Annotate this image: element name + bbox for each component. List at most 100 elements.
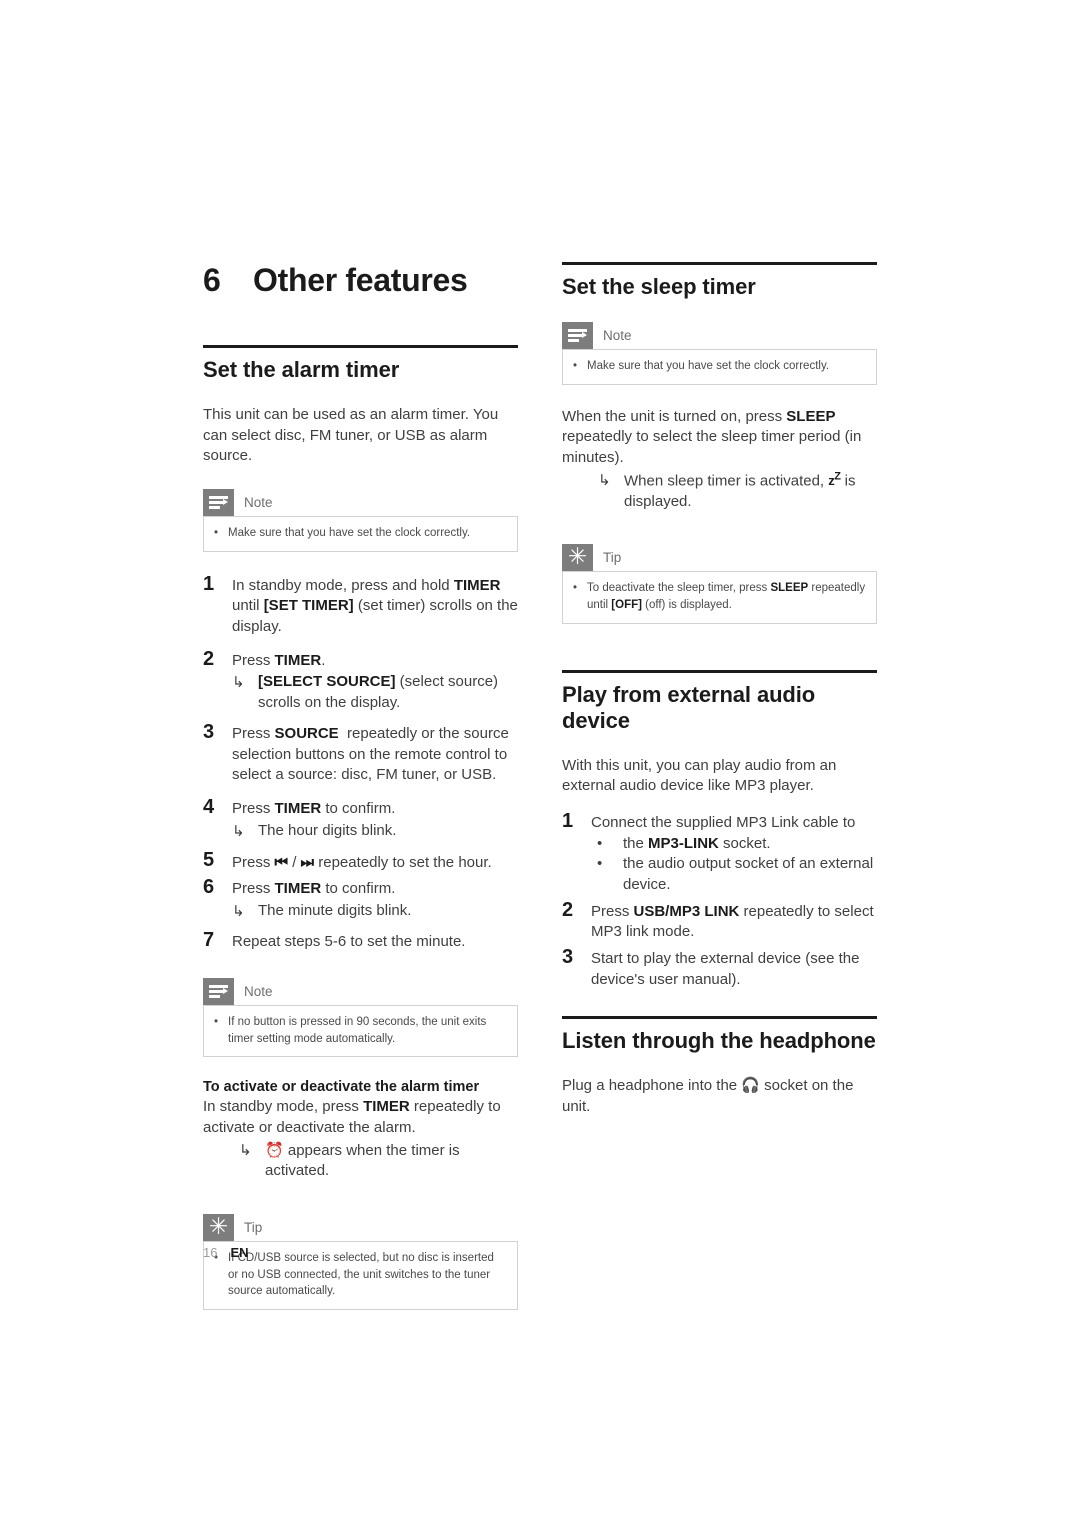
step-number: 4 bbox=[203, 795, 215, 818]
alarm-bell-icon: ⏰ bbox=[265, 1140, 284, 1159]
bullet-dot: • bbox=[573, 582, 578, 595]
tip-list-item: • To deactivate the sleep timer, press S… bbox=[573, 580, 866, 613]
step-number: 6 bbox=[203, 875, 215, 898]
bullet-dot: • bbox=[214, 527, 219, 540]
note-callout-timeout: Note • If no button is pressed in 90 sec… bbox=[203, 978, 518, 1058]
note-icon bbox=[562, 321, 593, 349]
tip-label: Tip bbox=[244, 1220, 263, 1236]
heading-set-alarm-timer: Set the alarm timer bbox=[203, 357, 400, 382]
note-icon bbox=[203, 489, 234, 517]
section-rule bbox=[562, 1015, 877, 1019]
tip-callout-header: ✳ Tip bbox=[562, 544, 877, 572]
step-result: ↳ [SELECT SOURCE] (select source) scroll… bbox=[232, 672, 518, 713]
result-arrow-icon: ↳ bbox=[232, 821, 245, 840]
headphone-body-text: Plug a headphone into the 🎧 socket on th… bbox=[562, 1076, 854, 1116]
tip-callout-sleep: ✳ Tip • To deactivate the sleep timer, p… bbox=[562, 544, 877, 624]
bullet-dot: • bbox=[597, 834, 603, 852]
heading-play-external-audio: Play from external audio device bbox=[562, 681, 816, 733]
tip-body: • If CD/USB source is selected, but no d… bbox=[203, 1241, 518, 1311]
tip-starburst-icon: ✳ bbox=[562, 544, 593, 572]
alarm-intro-text: This unit can be used as an alarm timer.… bbox=[203, 405, 499, 465]
activate-result: ↳ ⏰ appears when the timer is activated. bbox=[203, 1140, 518, 1182]
tip-list-item: • If CD/USB source is selected, but no d… bbox=[214, 1250, 507, 1300]
step-text: Repeat steps 5-6 to set the minute. bbox=[232, 933, 466, 951]
section-rule bbox=[203, 345, 518, 348]
alarm-steps-list: 1 In standby mode, press and hold TIMER … bbox=[203, 572, 518, 953]
step-text: Connect the supplied MP3 Link cable to •… bbox=[591, 811, 877, 896]
tip-starburst-icon: ✳ bbox=[203, 1214, 234, 1242]
note-item-text: Make sure that you have set the clock co… bbox=[228, 527, 471, 540]
step-6: 6 Press TIMER to confirm. ↳ The minute d… bbox=[203, 875, 518, 921]
ext-step-3: 3 Start to play the external device (see… bbox=[562, 947, 877, 990]
result-arrow-icon: ↳ bbox=[598, 470, 611, 489]
step-text: Press TIMER to confirm. ↳ The hour digit… bbox=[232, 797, 518, 841]
note-callout-header: Note bbox=[562, 321, 877, 349]
note-body: • Make sure that you have set the clock … bbox=[562, 348, 877, 385]
ext-step-1: 1 Connect the supplied MP3 Link cable to… bbox=[562, 811, 877, 896]
step-number: 3 bbox=[203, 720, 215, 743]
ext-step-1-text: Connect the supplied MP3 Link cable to bbox=[591, 814, 856, 832]
footer-language: EN bbox=[230, 1245, 249, 1260]
footer-page-number: 16 bbox=[203, 1245, 218, 1260]
bullet-dot: • bbox=[597, 855, 603, 873]
note-callout-header: Note bbox=[203, 489, 518, 517]
step-number: 2 bbox=[203, 647, 215, 670]
step-number: 3 bbox=[562, 946, 574, 969]
step-text: Press TIMER. ↳ [SELECT SOURCE] (select s… bbox=[232, 649, 518, 714]
document-page: 6 Other features Set the alarm timer Thi… bbox=[0, 0, 1080, 1528]
section-rule bbox=[562, 669, 877, 673]
tip-label: Tip bbox=[603, 550, 622, 566]
result-arrow-icon: ↳ bbox=[239, 1140, 252, 1159]
sleep-result-prefix: When sleep timer is activated, bbox=[624, 472, 829, 490]
heading-listen-headphone: Listen through the headphone bbox=[562, 1027, 876, 1053]
tip-item-text: If CD/USB source is selected, but no dis… bbox=[228, 1252, 494, 1298]
ext-step-1-bullet-1: • the MP3-LINK socket. bbox=[591, 834, 877, 855]
external-intro-text: With this unit, you can play audio from … bbox=[562, 756, 837, 795]
note-list-item: • Make sure that you have set the clock … bbox=[214, 525, 507, 542]
step-text: Press SOURCE repeatedly or the source se… bbox=[232, 724, 509, 784]
chapter-title-block: 6 Other features bbox=[203, 262, 518, 299]
note-callout-alarm: Note • Make sure that you have set the c… bbox=[203, 489, 518, 552]
section-rule bbox=[562, 262, 877, 265]
note-item-text: If no button is pressed in 90 seconds, t… bbox=[228, 1016, 487, 1045]
activate-result-text: appears when the timer is activated. bbox=[265, 1141, 460, 1180]
tip-callout-header: ✳ Tip bbox=[203, 1214, 518, 1242]
result-arrow-icon: ↳ bbox=[232, 673, 245, 692]
note-label: Note bbox=[603, 327, 632, 343]
external-steps-list: 1 Connect the supplied MP3 Link cable to… bbox=[562, 811, 877, 991]
note-callout-header: Note bbox=[203, 978, 518, 1005]
step-7: 7 Repeat steps 5-6 to set the minute. bbox=[203, 930, 518, 953]
bullet-dot: • bbox=[573, 359, 578, 372]
sleep-body-text: When the unit is turned on, press SLEEP … bbox=[562, 407, 862, 466]
note-label: Note bbox=[244, 984, 273, 999]
ext-step-2: 2 Press USB/MP3 LINK repeatedly to selec… bbox=[562, 898, 877, 943]
step-text: Press USB/MP3 LINK repeatedly to select … bbox=[591, 902, 874, 941]
step-text: Press TIMER to confirm. ↳ The minute dig… bbox=[232, 877, 518, 921]
step-4: 4 Press TIMER to confirm. ↳ The hour dig… bbox=[203, 795, 518, 841]
step-number: 5 bbox=[203, 849, 215, 872]
note-body: • Make sure that you have set the clock … bbox=[203, 516, 518, 552]
sleep-zz-icon: zZ bbox=[828, 470, 841, 489]
note-list-item: • If no button is pressed in 90 seconds,… bbox=[214, 1014, 507, 1047]
page-footer: 16 EN bbox=[203, 1245, 249, 1260]
step-number: 1 bbox=[203, 572, 215, 595]
step-1: 1 In standby mode, press and hold TIMER … bbox=[203, 572, 518, 638]
step-number: 2 bbox=[562, 898, 574, 921]
step-number: 7 bbox=[203, 929, 215, 952]
step-text: Start to play the external device (see t… bbox=[591, 950, 860, 988]
step-2: 2 Press TIMER. ↳ [SELECT SOURCE] (select… bbox=[203, 647, 518, 714]
step-number: 1 bbox=[562, 810, 574, 833]
step-result: ↳ The minute digits blink. bbox=[232, 901, 412, 920]
activate-body-text: In standby mode, press TIMER repeatedly … bbox=[203, 1098, 501, 1137]
step-text: Press ⏮ / ⏭ repeatedly to set the hour. bbox=[232, 853, 492, 872]
note-callout-sleep: Note • Make sure that you have set the c… bbox=[562, 321, 877, 385]
note-body: • If no button is pressed in 90 seconds,… bbox=[203, 1005, 518, 1058]
chapter-name: Other features bbox=[253, 262, 468, 298]
step-5: 5 Press ⏮ / ⏭ repeatedly to set the hour… bbox=[203, 850, 518, 874]
sleep-result: ↳ When sleep timer is activated, zZ is d… bbox=[562, 470, 877, 513]
tip-item-text: To deactivate the sleep timer, press SLE… bbox=[587, 582, 866, 612]
heading-set-sleep-timer: Set the sleep timer bbox=[562, 274, 756, 299]
step-text: In standby mode, press and hold TIMER un… bbox=[232, 576, 518, 636]
skip-next-icon: ⏭ bbox=[300, 853, 315, 872]
note-list-item: • Make sure that you have set the clock … bbox=[573, 358, 866, 375]
